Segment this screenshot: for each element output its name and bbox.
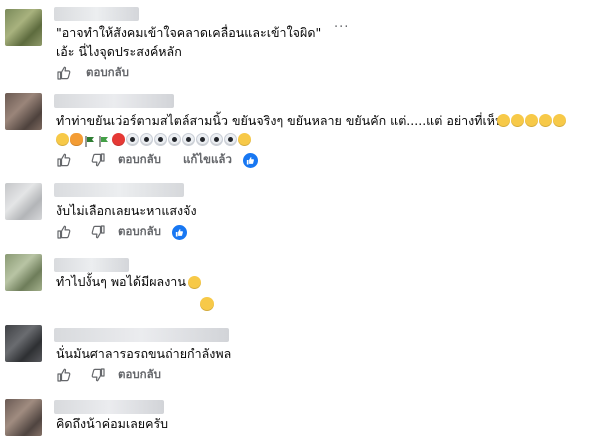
comment-text-line-1: งับไม่เลือกเลยนะหาแสงจัง (56, 203, 197, 218)
sad-face-emoji (497, 114, 510, 127)
laughing-face-emoji (553, 114, 566, 127)
commenter-name-blurred[interactable] (54, 258, 129, 272)
comment-actions: ตอบกลับ (56, 64, 129, 82)
orange-fruit-emoji (70, 133, 83, 146)
thumbs-down-icon[interactable] (90, 224, 106, 240)
comment-text-line-1: นั่นมันศาลารอรถขนถ่ายกำลังพล (56, 346, 232, 361)
eye-emoji (196, 133, 209, 146)
edited-label[interactable]: แก้ไขแล้ว (183, 151, 232, 169)
comment-actions: ตอบกลับ (56, 223, 188, 241)
thumbs-up-icon[interactable] (56, 65, 72, 81)
thumbs-down-icon[interactable] (90, 152, 106, 168)
avatar[interactable] (5, 9, 42, 46)
like-reaction-icon[interactable] (241, 151, 259, 169)
haha-reaction-icon[interactable] (200, 297, 214, 311)
comment-actions: ตอบกลับ (56, 366, 161, 384)
more-options-button[interactable]: ··· (334, 20, 349, 35)
like-reaction-icon[interactable] (171, 223, 188, 241)
thumbs-down-icon[interactable] (90, 367, 106, 383)
reply-link[interactable]: ตอบกลับ (86, 64, 129, 82)
avatar[interactable] (5, 399, 42, 436)
reply-link[interactable]: ตอบกลับ (118, 366, 161, 384)
red-apple-emoji (112, 133, 125, 146)
reply-link[interactable]: ตอบกลับ (118, 151, 161, 169)
flag-emoji (84, 133, 97, 147)
eye-emoji (154, 133, 167, 146)
avatar[interactable] (5, 93, 42, 130)
face-with-hand-over-mouth-emoji (238, 133, 251, 146)
eye-emoji (224, 133, 237, 146)
eye-emoji (168, 133, 181, 146)
commenter-name-blurred[interactable] (54, 328, 229, 342)
avatar[interactable] (5, 254, 42, 291)
avatar[interactable] (5, 325, 42, 362)
comment-actions: ตอบกลับ แก้ไขแล้ว (56, 151, 259, 169)
comment-text-line-1: คิดถึงน้าค่อมเลยครับ (56, 416, 169, 431)
eye-emoji (126, 133, 139, 146)
comment-text-line-1: ทำไปงั้นๆ พอได้มีผลงาน (56, 274, 186, 289)
commenter-name-blurred[interactable] (54, 400, 164, 414)
laughing-face-emoji (56, 133, 69, 146)
laughing-face-emoji (539, 114, 552, 127)
sad-face-emoji (511, 114, 524, 127)
thumbs-up-icon[interactable] (56, 152, 72, 168)
emoji-sequence (56, 133, 251, 147)
reply-link[interactable]: ตอบกลับ (118, 223, 161, 241)
avatar[interactable] (5, 183, 42, 220)
emoji-sequence-end-of-line (497, 114, 566, 127)
commenter-name-blurred[interactable] (54, 94, 174, 108)
eye-emoji (210, 133, 223, 146)
eye-emoji (140, 133, 153, 146)
commenter-name-blurred[interactable] (54, 183, 184, 197)
comment-text-line-1: ทำท่าขยันเว่อร์ตามสไตล์สามนิ้ว ขยันจริงๆ… (56, 113, 504, 128)
eye-emoji (182, 133, 195, 146)
flag-emoji (98, 133, 111, 147)
thumbs-up-icon[interactable] (56, 367, 72, 383)
laughing-face-emoji (188, 276, 201, 289)
thumbs-up-icon[interactable] (56, 224, 72, 240)
comment-text-line-2: เอ้ะ นี่ไงจุดประสงค์หลัก (56, 44, 182, 59)
commenter-name-blurred[interactable] (54, 7, 139, 21)
laughing-face-emoji (525, 114, 538, 127)
comment-text-line-1: "อาจทำให้สังคมเข้าใจคลาดเคลื่อนและเข้าใจ… (56, 25, 322, 40)
